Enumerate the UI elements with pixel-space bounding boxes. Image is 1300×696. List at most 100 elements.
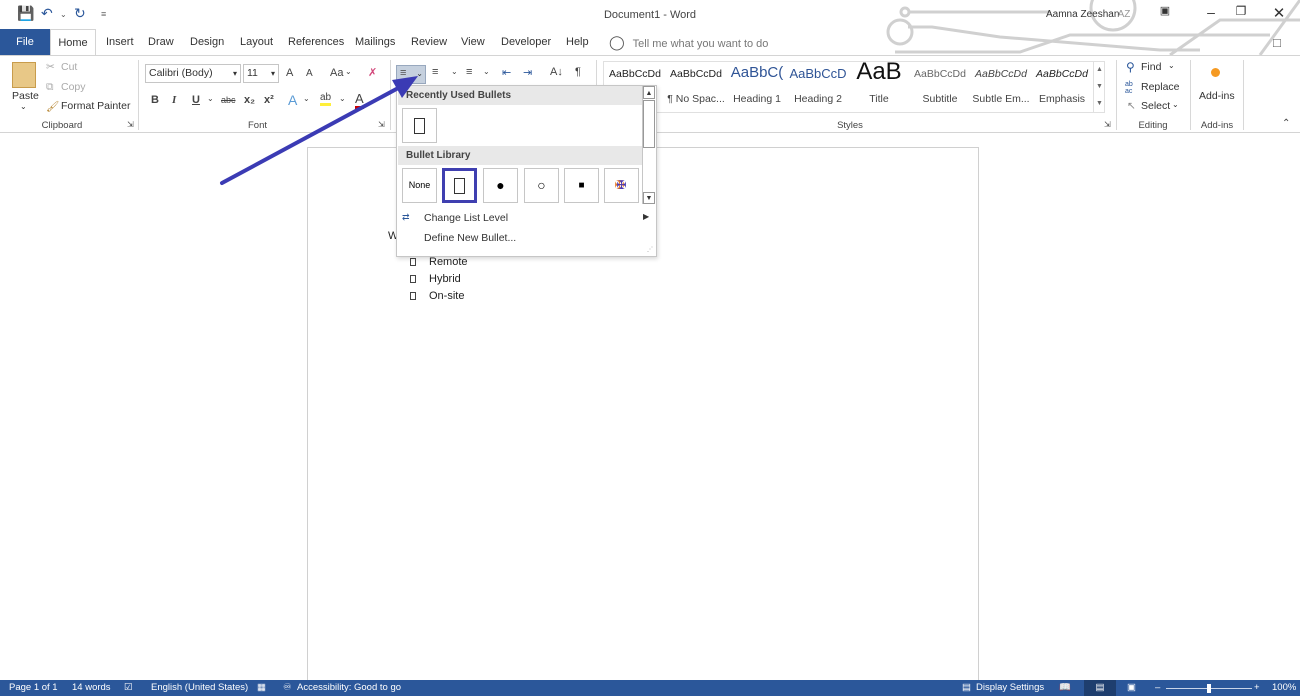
font-launcher-icon[interactable]: ⇲ bbox=[378, 120, 385, 129]
superscript-button[interactable]: x² bbox=[264, 94, 274, 106]
styles-scroll[interactable]: ▲ ▼ ▼ bbox=[1093, 61, 1105, 113]
chevron-down-icon[interactable]: ⌄ bbox=[339, 94, 346, 103]
shrink-font-icon[interactable]: A bbox=[306, 68, 313, 79]
scroll-thumb[interactable] bbox=[643, 100, 655, 148]
web-layout-icon[interactable]: ▣ bbox=[1127, 682, 1136, 693]
subscript-button[interactable]: x₂ bbox=[244, 94, 255, 106]
chevron-down-icon[interactable]: ⌄ bbox=[303, 94, 310, 103]
restore-button[interactable]: ❐ bbox=[1226, 4, 1256, 24]
paste-icon[interactable] bbox=[12, 62, 36, 88]
multilevel-list-icon[interactable]: ≡ bbox=[466, 66, 472, 78]
scroll-down-icon[interactable]: ▼ bbox=[1094, 78, 1105, 95]
font-size-select[interactable]: 11 ▾ bbox=[243, 64, 279, 83]
word-count[interactable]: 14 words bbox=[72, 682, 111, 693]
tab-mailings[interactable]: Mailings bbox=[353, 29, 397, 55]
tell-me-search[interactable]: ◯ Tell me what you want to do bbox=[609, 29, 768, 55]
bullets-button[interactable]: ≡ ⌄ bbox=[396, 65, 426, 84]
user-name[interactable]: Aamna Zeeshan bbox=[1046, 9, 1119, 20]
tab-layout[interactable]: Layout bbox=[238, 29, 275, 55]
minimize-button[interactable]: – bbox=[1196, 4, 1226, 24]
bullet-filled-circle[interactable]: ● bbox=[483, 168, 518, 203]
chevron-down-icon[interactable]: ⌄ bbox=[207, 94, 214, 103]
highlight-color-icon[interactable]: ab bbox=[320, 92, 332, 106]
more-styles-icon[interactable]: ▼ bbox=[1094, 95, 1105, 112]
strikethrough-button[interactable]: abc bbox=[221, 95, 236, 105]
italic-button[interactable]: I bbox=[172, 94, 176, 106]
list-item[interactable]: Hybrid bbox=[410, 273, 461, 285]
change-case-button[interactable]: Aa bbox=[330, 67, 343, 79]
tab-design[interactable]: Design bbox=[188, 29, 226, 55]
select-button[interactable]: Select bbox=[1141, 100, 1170, 112]
tab-developer[interactable]: Developer bbox=[499, 29, 553, 55]
text-effects-icon[interactable]: A bbox=[288, 92, 297, 108]
decrease-indent-icon[interactable]: ⇤ bbox=[502, 66, 511, 79]
clipboard-launcher-icon[interactable]: ⇲ bbox=[127, 120, 134, 129]
addins-button[interactable]: Add-ins bbox=[1199, 90, 1235, 102]
sort-icon[interactable]: A↓ bbox=[550, 66, 563, 78]
tab-home[interactable]: Home bbox=[50, 29, 96, 56]
tab-review[interactable]: Review bbox=[409, 29, 449, 55]
tab-help[interactable]: Help bbox=[564, 29, 591, 55]
change-list-level-item[interactable]: Change List Level bbox=[424, 212, 508, 224]
chevron-down-icon[interactable]: ⌄ bbox=[1172, 100, 1179, 109]
accessibility-status[interactable]: Accessibility: Good to go bbox=[297, 682, 401, 693]
zoom-in-button[interactable]: + bbox=[1254, 682, 1260, 693]
read-mode-icon[interactable]: 📖 bbox=[1059, 682, 1071, 693]
bullet-hollow-circle[interactable]: ○ bbox=[524, 168, 559, 203]
page-count[interactable]: Page 1 of 1 bbox=[9, 682, 58, 693]
user-avatar[interactable]: AZ bbox=[1113, 6, 1135, 24]
scroll-up-icon[interactable]: ▲ bbox=[643, 86, 655, 99]
font-name-select[interactable]: Calibri (Body) ▾ bbox=[145, 64, 241, 83]
copy-button[interactable]: Copy bbox=[61, 81, 86, 93]
collapse-ribbon-icon[interactable]: ⌃ bbox=[1282, 118, 1290, 129]
find-button[interactable]: Find bbox=[1141, 61, 1161, 73]
format-painter-button[interactable]: Format Painter bbox=[61, 100, 130, 112]
scroll-up-icon[interactable]: ▲ bbox=[1094, 61, 1105, 78]
clear-formatting-icon[interactable]: ✗ bbox=[368, 66, 377, 79]
macro-icon[interactable]: ▦ bbox=[257, 682, 266, 693]
zoom-level[interactable]: 100% bbox=[1272, 682, 1296, 693]
comments-icon[interactable]: □ bbox=[1273, 35, 1281, 50]
increase-indent-icon[interactable]: ⇥ bbox=[523, 66, 532, 79]
paste-button[interactable]: Paste bbox=[12, 90, 39, 102]
tab-references[interactable]: References bbox=[286, 29, 346, 55]
replace-button[interactable]: Replace bbox=[1141, 81, 1180, 93]
zoom-slider-thumb[interactable] bbox=[1207, 684, 1211, 693]
list-item[interactable]: On-site bbox=[410, 290, 464, 302]
bullet-empty-box[interactable] bbox=[442, 168, 477, 203]
paste-dropdown-icon[interactable]: ⌄ bbox=[20, 102, 27, 111]
language[interactable]: English (United States) bbox=[151, 682, 248, 693]
bullet-none[interactable]: None bbox=[402, 168, 437, 203]
proofing-icon[interactable]: ☑ bbox=[124, 682, 133, 693]
show-formatting-icon[interactable]: ¶ bbox=[575, 66, 581, 78]
underline-button[interactable]: U bbox=[192, 94, 200, 106]
display-settings-button[interactable]: Display Settings bbox=[976, 682, 1044, 693]
grow-font-icon[interactable]: A bbox=[286, 67, 293, 79]
ribbon-display-options-icon[interactable]: ▣ bbox=[1150, 4, 1180, 24]
tab-draw[interactable]: Draw bbox=[146, 29, 176, 55]
chevron-down-icon[interactable]: ⌄ bbox=[483, 67, 490, 76]
print-layout-icon[interactable]: ▤ bbox=[1084, 680, 1116, 696]
list-item[interactable]: Remote bbox=[410, 256, 468, 268]
close-button[interactable]: ✕ bbox=[1264, 4, 1294, 24]
bullet-arrowhead[interactable]: ✠ bbox=[604, 168, 639, 203]
tab-view[interactable]: View bbox=[459, 29, 487, 55]
recent-bullet-box[interactable] bbox=[402, 108, 437, 143]
tab-insert[interactable]: Insert bbox=[104, 29, 136, 55]
chevron-down-icon[interactable]: ⌄ bbox=[345, 67, 352, 76]
define-new-bullet-item[interactable]: Define New Bullet... bbox=[424, 232, 516, 244]
scroll-down-icon[interactable]: ▼ bbox=[643, 192, 655, 204]
zoom-out-button[interactable]: – bbox=[1155, 682, 1160, 693]
bold-button[interactable]: B bbox=[151, 94, 159, 106]
numbering-icon[interactable]: ≡ bbox=[432, 66, 438, 78]
dropdown-scrollbar[interactable]: ▲ ▼ bbox=[642, 86, 655, 204]
resize-grip-icon[interactable]: ⋰ bbox=[647, 246, 653, 253]
chevron-down-icon[interactable]: ⌄ bbox=[451, 67, 458, 76]
font-color-icon[interactable]: A bbox=[355, 91, 364, 109]
tab-file[interactable]: File bbox=[0, 29, 50, 55]
chevron-down-icon[interactable]: ⌄ bbox=[1168, 61, 1175, 70]
styles-launcher-icon[interactable]: ⇲ bbox=[1104, 120, 1111, 129]
addins-icon[interactable] bbox=[1211, 68, 1220, 77]
bullet-filled-square[interactable]: ■ bbox=[564, 168, 599, 203]
cut-button[interactable]: Cut bbox=[61, 61, 77, 73]
